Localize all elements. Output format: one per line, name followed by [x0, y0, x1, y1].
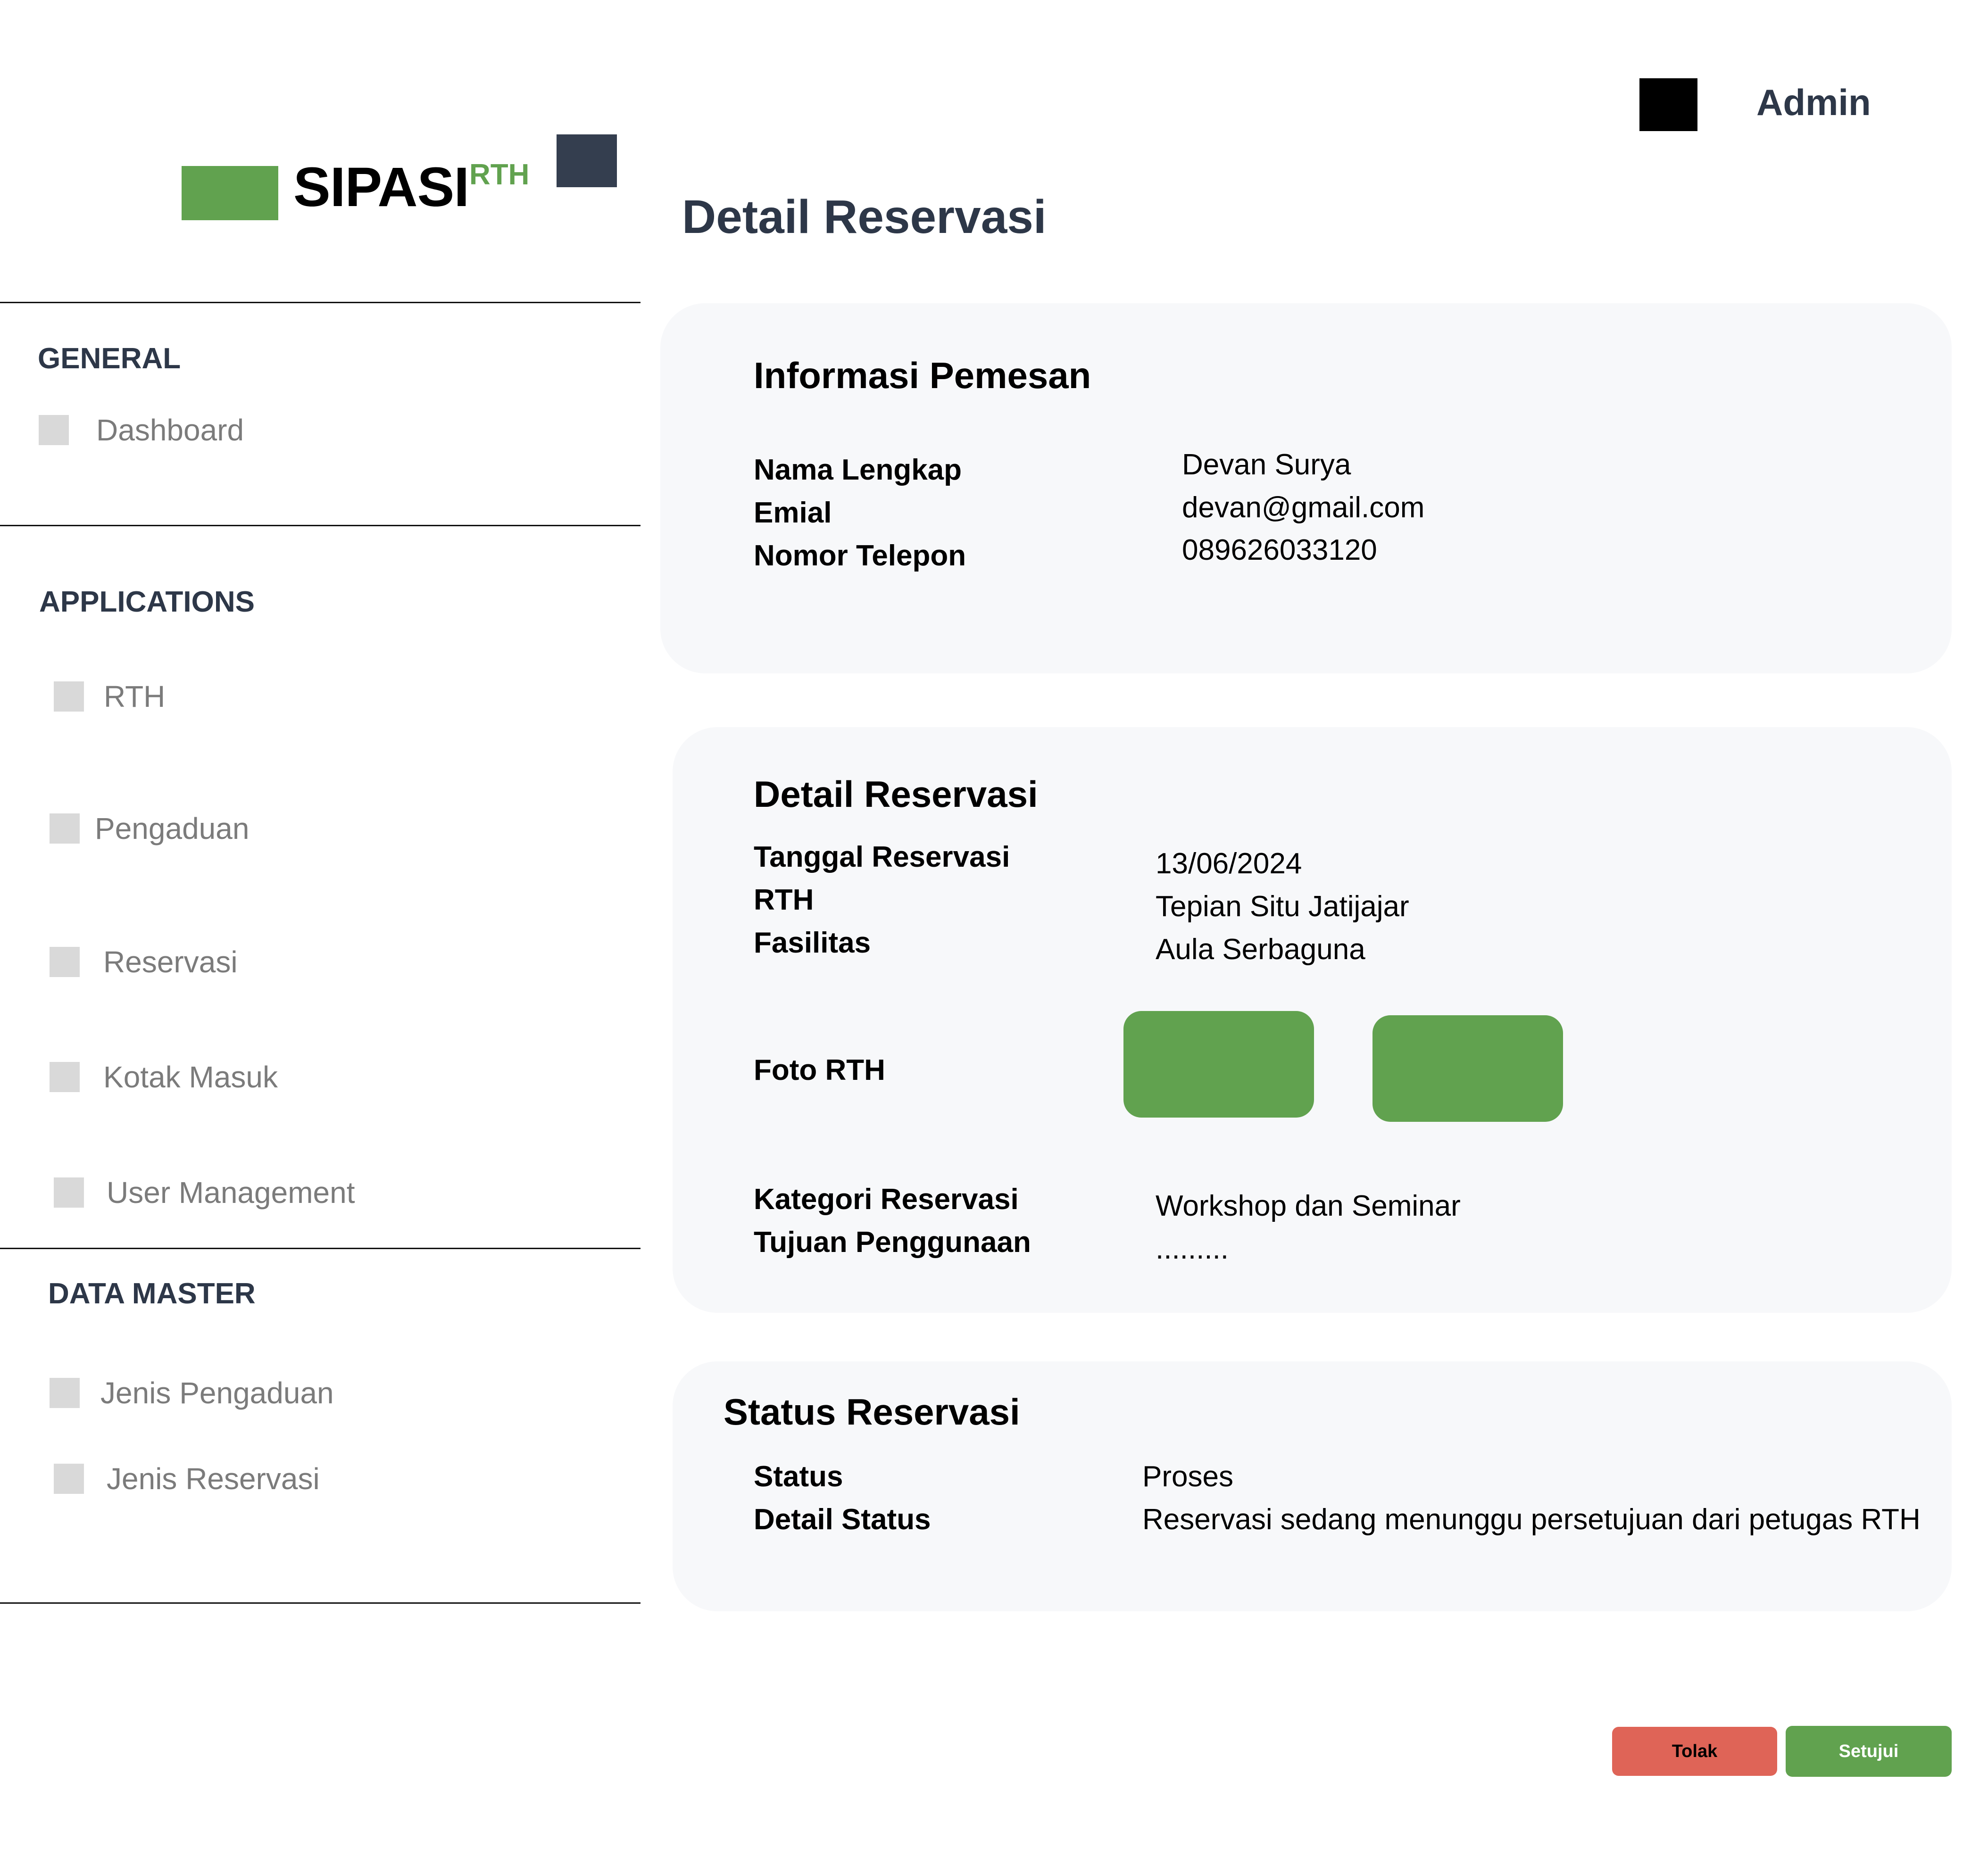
field-label-status: Status	[754, 1460, 843, 1493]
card-title-pemesan: Informasi Pemesan	[754, 355, 1091, 396]
card-title-status: Status Reservasi	[724, 1391, 1020, 1433]
reservasi-icon	[50, 947, 80, 977]
logo-mark	[182, 166, 278, 220]
sidebar-item-label: Jenis Pengaduan	[100, 1376, 334, 1410]
jenis-reservasi-icon	[54, 1464, 84, 1494]
field-label-rth: RTH	[754, 884, 814, 916]
field-value-nama: Devan Surya	[1182, 448, 1351, 481]
rth-photo-1[interactable]	[1123, 1011, 1314, 1118]
sidebar-item-rth[interactable]: RTH	[54, 681, 165, 712]
sidebar-item-dashboard[interactable]: Dashboard	[39, 415, 244, 445]
user-management-icon	[54, 1177, 84, 1208]
field-value-email: devan@gmail.com	[1182, 491, 1425, 524]
sidebar-item-label: Jenis Reservasi	[107, 1462, 320, 1496]
sidebar-toggle-button[interactable]	[557, 134, 617, 187]
field-value-kategori: Workshop dan Seminar	[1156, 1190, 1461, 1222]
approve-button[interactable]: Setujui	[1786, 1726, 1952, 1777]
field-label-foto: Foto RTH	[754, 1054, 885, 1086]
user-name[interactable]: Admin	[1756, 84, 1871, 121]
page-title: Detail Reservasi	[682, 191, 1047, 243]
inbox-icon	[50, 1062, 80, 1092]
section-label-general: GENERAL	[38, 342, 181, 375]
sidebar-item-label: Dashboard	[96, 413, 244, 447]
field-label-telepon: Nomor Telepon	[754, 539, 966, 572]
card-title-reservasi: Detail Reservasi	[754, 773, 1038, 815]
brand-suffix: RTH	[469, 158, 530, 191]
field-label-fasilitas: Fasilitas	[754, 927, 871, 959]
rth-icon	[54, 681, 84, 712]
field-value-detail-status: Reservasi sedang menunggu persetujuan da…	[1142, 1503, 1921, 1536]
field-value-rth: Tepian Situ Jatijajar	[1156, 890, 1409, 923]
field-label-detail-status: Detail Status	[754, 1503, 931, 1536]
sidebar-divider	[0, 1248, 640, 1249]
sidebar-item-reservasi[interactable]: Reservasi	[50, 947, 238, 977]
field-label-tujuan: Tujuan Penggunaan	[754, 1226, 1031, 1259]
brand-name: SIPASI	[293, 156, 469, 218]
sidebar-item-label: RTH	[104, 680, 166, 713]
field-label-kategori: Kategori Reservasi	[754, 1183, 1019, 1216]
field-value-status: Proses	[1142, 1460, 1233, 1493]
card-detail-reservasi	[673, 727, 1952, 1313]
sidebar-divider	[0, 525, 640, 526]
sidebar-item-label: User Management	[107, 1176, 355, 1210]
field-value-telepon: 089626033120	[1182, 534, 1377, 566]
sidebar-divider	[0, 302, 640, 303]
sidebar-divider	[0, 1602, 640, 1604]
reject-button[interactable]: Tolak	[1612, 1727, 1777, 1776]
field-label-nama: Nama Lengkap	[754, 454, 962, 486]
sidebar-item-pengaduan[interactable]: Pengaduan	[50, 813, 249, 844]
field-value-tujuan: .........	[1156, 1233, 1229, 1265]
sidebar-item-label: Kotak Masuk	[103, 1060, 278, 1094]
field-value-fasilitas: Aula Serbaguna	[1156, 933, 1365, 966]
sidebar-item-label: Reservasi	[103, 945, 238, 979]
section-label-data-master: DATA MASTER	[48, 1277, 256, 1310]
sidebar-item-label: Pengaduan	[95, 812, 250, 845]
section-label-applications: APPLICATIONS	[39, 586, 255, 618]
field-value-tanggal: 13/06/2024	[1156, 847, 1302, 880]
pengaduan-icon	[50, 813, 80, 844]
avatar[interactable]	[1639, 78, 1697, 131]
field-label-email: Emial	[754, 497, 832, 529]
jenis-pengaduan-icon	[50, 1378, 80, 1408]
field-label-tanggal: Tanggal Reservasi	[754, 841, 1010, 873]
sidebar-item-jenis-pengaduan[interactable]: Jenis Pengaduan	[50, 1378, 334, 1408]
dashboard-icon	[39, 415, 69, 445]
rth-photo-2[interactable]	[1372, 1015, 1563, 1122]
sidebar-item-kotak-masuk[interactable]: Kotak Masuk	[50, 1062, 278, 1092]
sidebar-item-jenis-reservasi[interactable]: Jenis Reservasi	[54, 1464, 320, 1494]
sidebar-item-user-management[interactable]: User Management	[54, 1177, 355, 1208]
